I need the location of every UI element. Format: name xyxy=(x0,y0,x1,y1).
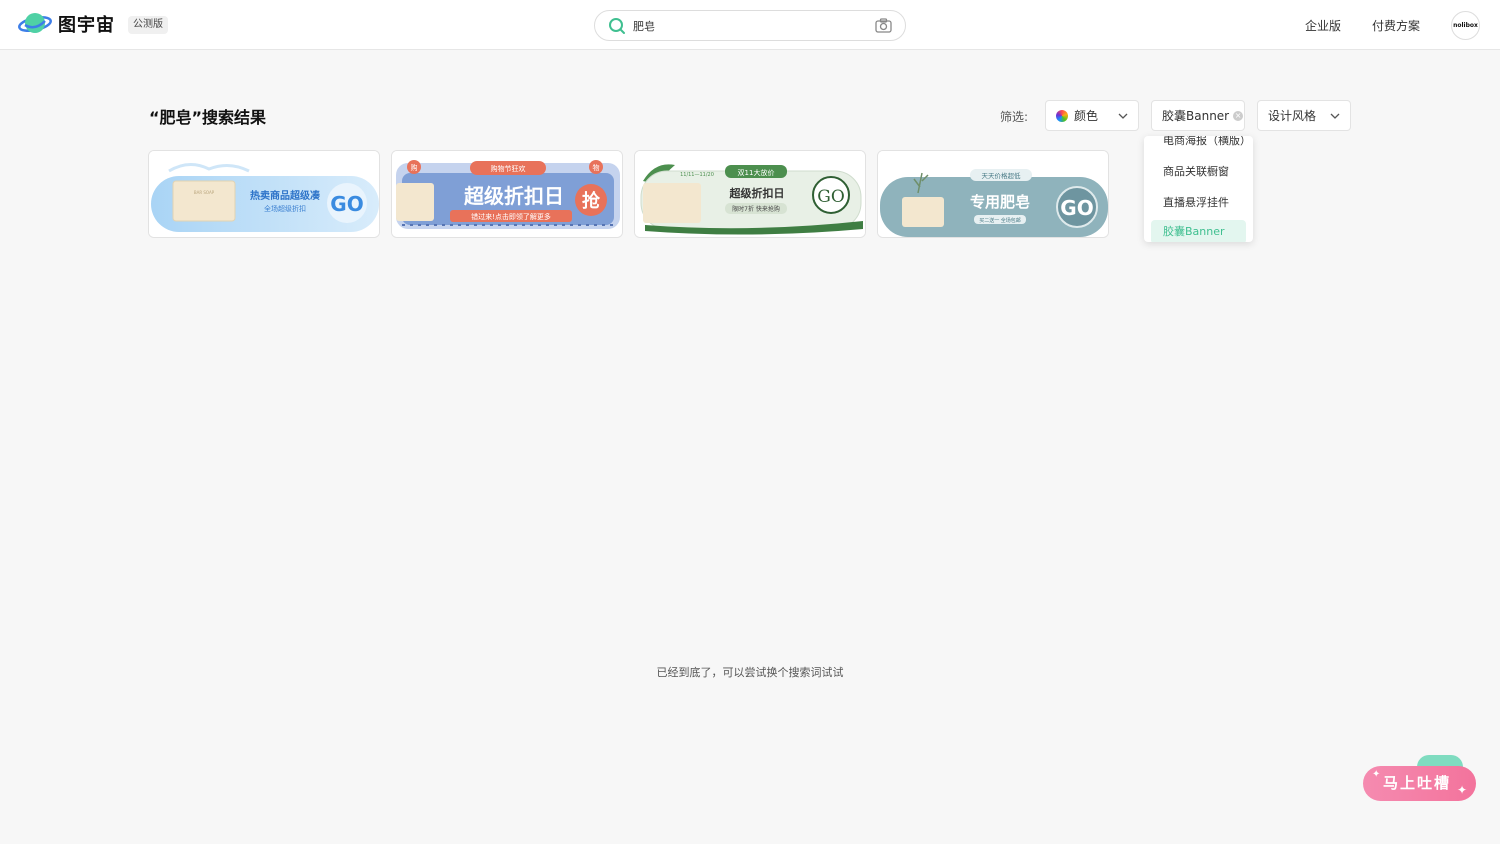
banner-image: BAR SOAP 热卖商品超级凑 全场超级折扣 GO xyxy=(149,151,379,237)
card-badge-left: 购 xyxy=(411,163,418,172)
card-date: 11/11—11/20 xyxy=(680,172,714,178)
card-tag: 天天价格超低 xyxy=(982,171,1022,180)
card-subtitle: 买二送一 全场包邮 xyxy=(979,217,1021,224)
type-filter[interactable]: 胶囊Banner × xyxy=(1151,100,1245,131)
end-of-results-message: 已经到底了，可以尝试换个搜索词试试 xyxy=(656,666,844,679)
chevron-down-icon xyxy=(1118,113,1128,119)
logo[interactable]: 图宇宙 xyxy=(18,11,115,37)
search-input[interactable] xyxy=(633,17,853,35)
nav-pricing-link[interactable]: 付费方案 xyxy=(1372,17,1420,34)
sparkle-icon: ✦ xyxy=(1372,769,1381,780)
search-bar[interactable] xyxy=(594,10,906,41)
color-filter[interactable]: 颜色 xyxy=(1045,100,1139,131)
color-wheel-icon xyxy=(1056,109,1068,122)
planet-logo-icon xyxy=(18,13,52,33)
card-headline: 热卖商品超级凑 xyxy=(250,189,321,202)
card-badge-right: 物 xyxy=(593,163,600,172)
chevron-down-icon xyxy=(1330,113,1340,119)
camera-search-icon[interactable] xyxy=(875,18,892,33)
card-cta: GO xyxy=(1060,196,1093,220)
card-tag: 购物节狂欢 xyxy=(491,164,526,173)
top-header: 图宇宙 公测版 企业版 付费方案 nolibox xyxy=(0,0,1500,50)
result-card[interactable]: 双11大放价 11/11—11/20 超级折扣日 限时7折 快来抢购 GO xyxy=(634,150,866,238)
avatar[interactable]: nolibox xyxy=(1451,11,1480,40)
card-headline: 超级折扣日 xyxy=(463,184,564,208)
dropdown-item[interactable]: 直播悬浮挂件 xyxy=(1144,191,1253,215)
sparkle-icon: ✦ xyxy=(1457,783,1468,797)
card-headline: 超级折扣日 xyxy=(729,186,785,200)
type-filter-label: 胶囊Banner xyxy=(1162,109,1230,123)
dropdown-item[interactable]: 商品关联橱窗 xyxy=(1144,160,1253,184)
banner-image: 双11大放价 11/11—11/20 超级折扣日 限时7折 快来抢购 GO xyxy=(635,151,865,237)
card-subtitle: 全场超级折扣 xyxy=(264,204,306,213)
soap-label: BAR SOAP xyxy=(194,190,215,195)
result-card[interactable]: BAR SOAP 热卖商品超级凑 全场超级折扣 GO xyxy=(148,150,380,238)
card-subtitle: 错过来!点击即领了解更多 xyxy=(471,212,551,221)
dropdown-item-selected[interactable]: 胶囊Banner xyxy=(1151,220,1246,242)
type-dropdown-menu: 电商海报（横版） 商品关联橱窗 直播悬浮挂件 胶囊Banner xyxy=(1144,136,1253,242)
result-card[interactable]: 天天价格超低 专用肥皂 买二送一 全场包邮 GO xyxy=(877,150,1109,238)
card-cta: 抢 xyxy=(582,190,601,212)
clear-filter-icon[interactable]: × xyxy=(1233,110,1244,121)
search-icon[interactable] xyxy=(608,17,626,35)
filter-label: 筛选: xyxy=(1000,110,1029,124)
nav-enterprise-link[interactable]: 企业版 xyxy=(1305,17,1341,34)
card-cta: GO xyxy=(817,187,845,207)
style-filter-label: 设计风格 xyxy=(1268,109,1317,123)
result-card[interactable]: 购物节狂欢 购 物 超级折扣日 错过来!点击即领了解更多 抢 xyxy=(391,150,623,238)
card-cta: GO xyxy=(330,192,363,216)
feedback-button[interactable]: 马上吐槽 ✦ ✦ xyxy=(1363,755,1477,803)
logo-text: 图宇宙 xyxy=(58,15,115,36)
dropdown-item[interactable]: 电商海报（横版） xyxy=(1144,136,1253,153)
style-filter[interactable]: 设计风格 xyxy=(1257,100,1351,131)
banner-image: 购物节狂欢 购 物 超级折扣日 错过来!点击即领了解更多 抢 xyxy=(392,151,622,237)
color-filter-label: 颜色 xyxy=(1074,109,1099,123)
page-title: “肥皂”搜索结果 xyxy=(149,108,267,127)
banner-image: 天天价格超低 专用肥皂 买二送一 全场包邮 GO xyxy=(878,151,1108,237)
beta-badge: 公测版 xyxy=(128,16,168,34)
card-tag: 双11大放价 xyxy=(738,168,775,177)
card-subtitle: 限时7折 快来抢购 xyxy=(732,205,780,213)
card-headline: 专用肥皂 xyxy=(970,193,1030,211)
